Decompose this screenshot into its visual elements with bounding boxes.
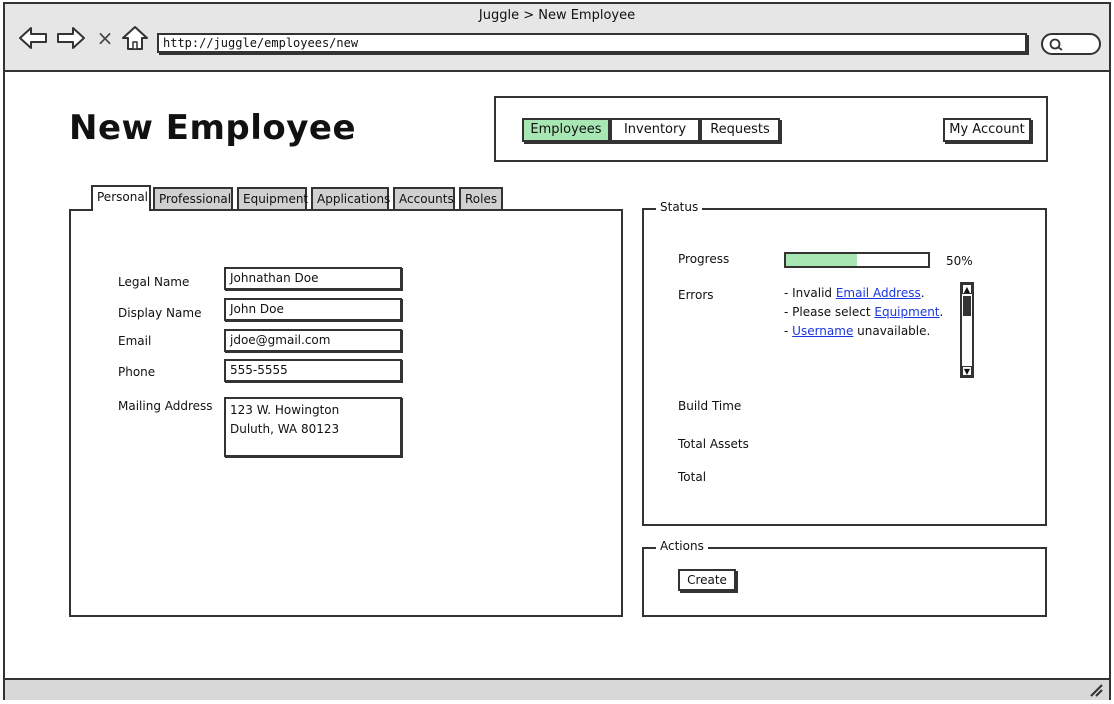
home-icon <box>122 26 148 50</box>
equipment-link[interactable]: Equipment <box>874 305 939 319</box>
search-button[interactable] <box>1041 33 1101 55</box>
errors-list: - Invalid Email Address. - Please select… <box>784 284 954 341</box>
arrow-left-icon <box>19 27 47 49</box>
username-link[interactable]: Username <box>792 324 853 338</box>
email-address-link[interactable]: Email Address <box>836 286 921 300</box>
status-bar <box>5 678 1109 700</box>
tab-professional[interactable]: Professional <box>153 187 233 209</box>
resize-grip-icon[interactable] <box>1089 683 1103 697</box>
phone-label: Phone <box>118 365 156 379</box>
progress-fill <box>786 254 857 266</box>
window-title: Juggle > New Employee <box>478 8 636 23</box>
tab-personal[interactable]: Personal <box>91 185 151 211</box>
tab-equipment[interactable]: Equipment <box>237 187 308 209</box>
error-item: - Invalid Email Address. <box>784 286 925 300</box>
scroll-down-icon[interactable]: ▼ <box>962 366 972 376</box>
top-navigation: Employees Inventory Requests My Account <box>494 96 1048 162</box>
mailing-address-line1: 123 W. Howington <box>230 403 340 417</box>
legal-name-input[interactable]: Johnathan Doe <box>224 267 402 290</box>
mailing-address-label: Mailing Address <box>118 399 213 413</box>
browser-chrome: Juggle > New Employee × http://juggle/em… <box>5 4 1109 72</box>
tab-roles[interactable]: Roles <box>459 187 503 209</box>
error-item: - Please select Equipment. <box>784 305 944 319</box>
error-item: - Username unavailable. <box>784 324 931 338</box>
url-input[interactable]: http://juggle/employees/new <box>157 33 1027 53</box>
scroll-thumb[interactable] <box>963 296 971 316</box>
total-assets-label: Total Assets <box>678 437 749 451</box>
phone-input[interactable]: 555-5555 <box>224 359 402 382</box>
scroll-up-icon[interactable]: ▲ <box>962 284 972 294</box>
stop-button[interactable]: × <box>95 24 115 52</box>
browser-window: Juggle > New Employee × http://juggle/em… <box>3 2 1111 700</box>
back-button[interactable] <box>17 24 49 52</box>
actions-legend: Actions <box>656 539 708 553</box>
nav-inventory[interactable]: Inventory <box>610 118 700 142</box>
arrow-right-icon <box>57 27 85 49</box>
create-button[interactable]: Create <box>678 569 736 591</box>
display-name-input[interactable]: John Doe <box>224 298 402 321</box>
x-icon: × <box>96 26 114 50</box>
forward-button[interactable] <box>55 24 87 52</box>
email-input[interactable]: jdoe@gmail.com <box>224 329 402 352</box>
legal-name-label: Legal Name <box>118 275 190 289</box>
home-button[interactable] <box>121 24 149 52</box>
mailing-address-line2: Duluth, WA 80123 <box>230 422 340 436</box>
search-icon <box>1049 38 1063 51</box>
my-account-button[interactable]: My Account <box>943 118 1031 142</box>
total-label: Total <box>678 470 707 484</box>
build-time-label: Build Time <box>678 399 742 413</box>
errors-scrollbar[interactable]: ▲ ▼ <box>960 282 974 378</box>
nav-requests[interactable]: Requests <box>700 118 780 142</box>
display-name-label: Display Name <box>118 306 202 320</box>
actions-box: Actions Create <box>642 539 1047 617</box>
nav-employees[interactable]: Employees <box>522 118 610 142</box>
email-label: Email <box>118 334 152 348</box>
page-title: New Employee <box>69 108 357 148</box>
tab-accounts[interactable]: Accounts <box>393 187 455 209</box>
progress-percent: 50% <box>946 254 973 268</box>
tab-applications[interactable]: Applications <box>311 187 390 209</box>
status-legend: Status <box>656 200 703 214</box>
errors-label: Errors <box>678 288 714 302</box>
mailing-address-input[interactable]: 123 W. Howington Duluth, WA 80123 <box>224 397 402 457</box>
status-box: Status Progress 50% Errors - Invalid Ema… <box>642 200 1047 526</box>
personal-panel: Legal Name Johnathan Doe Display Name Jo… <box>69 209 623 617</box>
progress-bar <box>784 252 930 268</box>
progress-label: Progress <box>678 252 730 266</box>
